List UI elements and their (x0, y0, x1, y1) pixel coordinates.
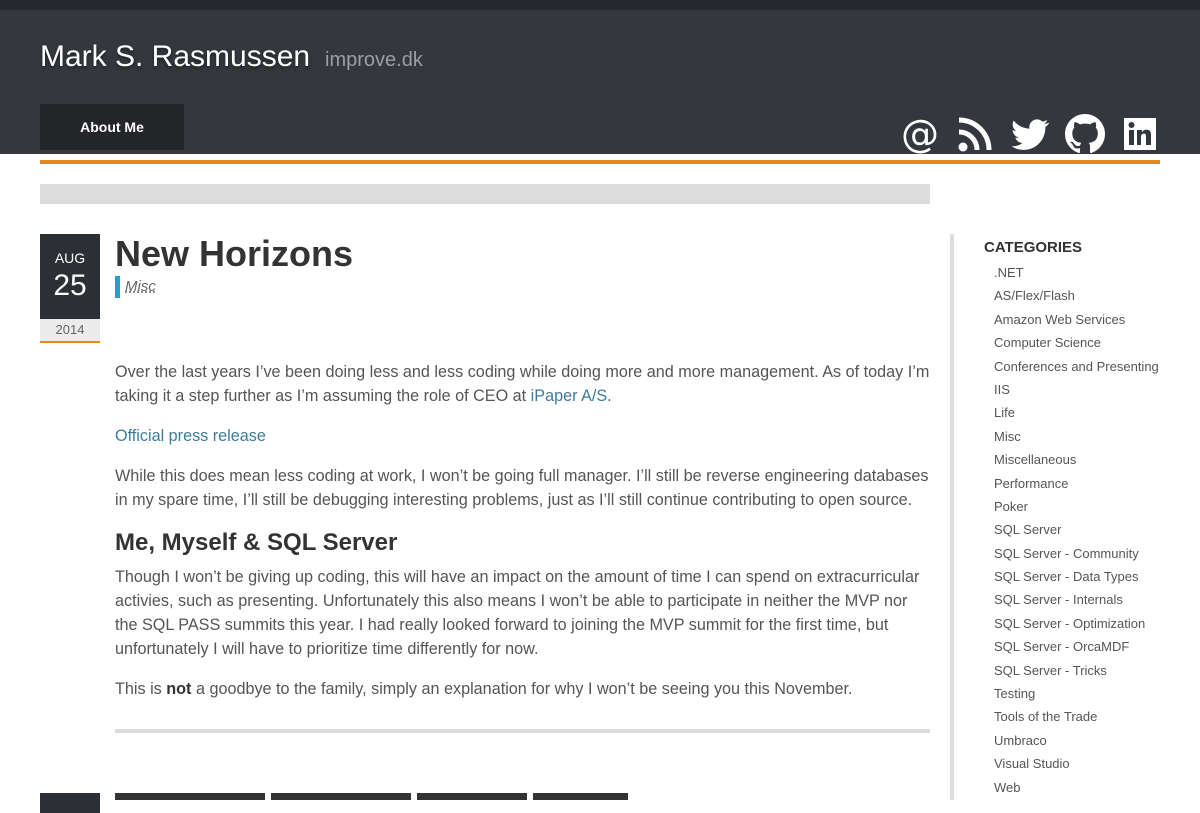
category-link[interactable]: SQL Server - Tricks (994, 662, 1194, 685)
category-link[interactable]: AS/Flex/Flash (994, 287, 1194, 310)
post-date-month: AUG (54, 250, 86, 266)
next-post-date (40, 793, 100, 813)
paragraph: Over the last years I’ve been doing less… (115, 363, 930, 405)
category-link[interactable]: IIS (994, 381, 1194, 404)
category-list: .NET AS/Flex/Flash Amazon Web Services Comp… (984, 264, 1194, 802)
category-link[interactable]: Tools of the Trade (994, 708, 1194, 731)
categories-heading: CATEGORIES (984, 239, 1083, 256)
post-title[interactable]: New Horizons (115, 233, 353, 275)
category-link[interactable]: SQL Server - Optimization (994, 615, 1194, 638)
category-link[interactable]: Performance (994, 475, 1194, 498)
category-link[interactable]: SQL Server - OrcaMDF (994, 638, 1194, 661)
paragraph: Though I won’t be giving up coding, this… (115, 568, 920, 658)
paragraph: This is not a goodbye to the family, sim… (115, 680, 853, 698)
sidebar: CATEGORIES .NET AS/Flex/Flash Amazon Web S… (984, 239, 1194, 802)
category-link[interactable]: .NET (994, 264, 1194, 287)
category-link[interactable]: SQL Server - Data Types (994, 568, 1194, 591)
next-post-title[interactable] (115, 788, 634, 800)
header-accent-line (40, 160, 1160, 164)
category-link[interactable]: Computer Science (994, 334, 1194, 357)
search-bar[interactable] (40, 184, 930, 204)
category-link[interactable]: Umbraco (994, 732, 1194, 755)
press-release-link[interactable]: Official press release (115, 427, 266, 445)
linkedin-icon[interactable] (1120, 114, 1160, 154)
post-date-day: 25 (53, 269, 87, 302)
category-link[interactable]: Life (994, 404, 1194, 427)
github-icon[interactable] (1065, 114, 1105, 154)
site-header: Mark S. Rasmussen improve.dk About Me @ (0, 10, 1200, 164)
site-subtitle: improve.dk (325, 49, 423, 71)
category-link[interactable]: Miscellaneous (994, 451, 1194, 474)
post-category-link[interactable]: Misc (125, 278, 156, 295)
category-link[interactable]: SQL Server - Internals (994, 591, 1194, 614)
post-content: Over the last years I’ve been doing less… (115, 360, 930, 717)
category-link[interactable]: SQL Server (994, 521, 1194, 544)
category-link[interactable]: Amazon Web Services (994, 311, 1194, 334)
sidebar-divider (950, 234, 954, 800)
category-link[interactable]: Misc (994, 428, 1194, 451)
paragraph: While this does mean less coding at work… (115, 467, 929, 509)
post-separator (115, 729, 930, 733)
svg-text:@: @ (901, 114, 939, 154)
bold-text: not (166, 680, 192, 698)
nav-about-me[interactable]: About Me (40, 104, 184, 150)
top-bar (0, 0, 1200, 10)
category-link[interactable]: Testing (994, 685, 1194, 708)
ipaper-link[interactable]: iPaper A/S (531, 387, 608, 405)
email-icon[interactable]: @ (900, 114, 940, 154)
category-link[interactable]: Poker (994, 498, 1194, 521)
post-category: Misc (115, 276, 156, 298)
section-heading: Me, Myself & SQL Server (115, 529, 398, 556)
category-link[interactable]: SQL Server - Community (994, 545, 1194, 568)
site-title[interactable]: Mark S. Rasmussen (40, 40, 310, 74)
post-date: AUG 25 (40, 234, 100, 319)
post-date-year: 2014 (40, 319, 100, 343)
paragraph: Official press release (115, 424, 930, 448)
category-link[interactable]: Web (994, 779, 1194, 802)
category-link[interactable]: Visual Studio (994, 755, 1194, 778)
category-link[interactable]: Conferences and Presenting (994, 358, 1194, 381)
rss-icon[interactable] (955, 114, 995, 154)
twitter-icon[interactable] (1010, 114, 1050, 154)
